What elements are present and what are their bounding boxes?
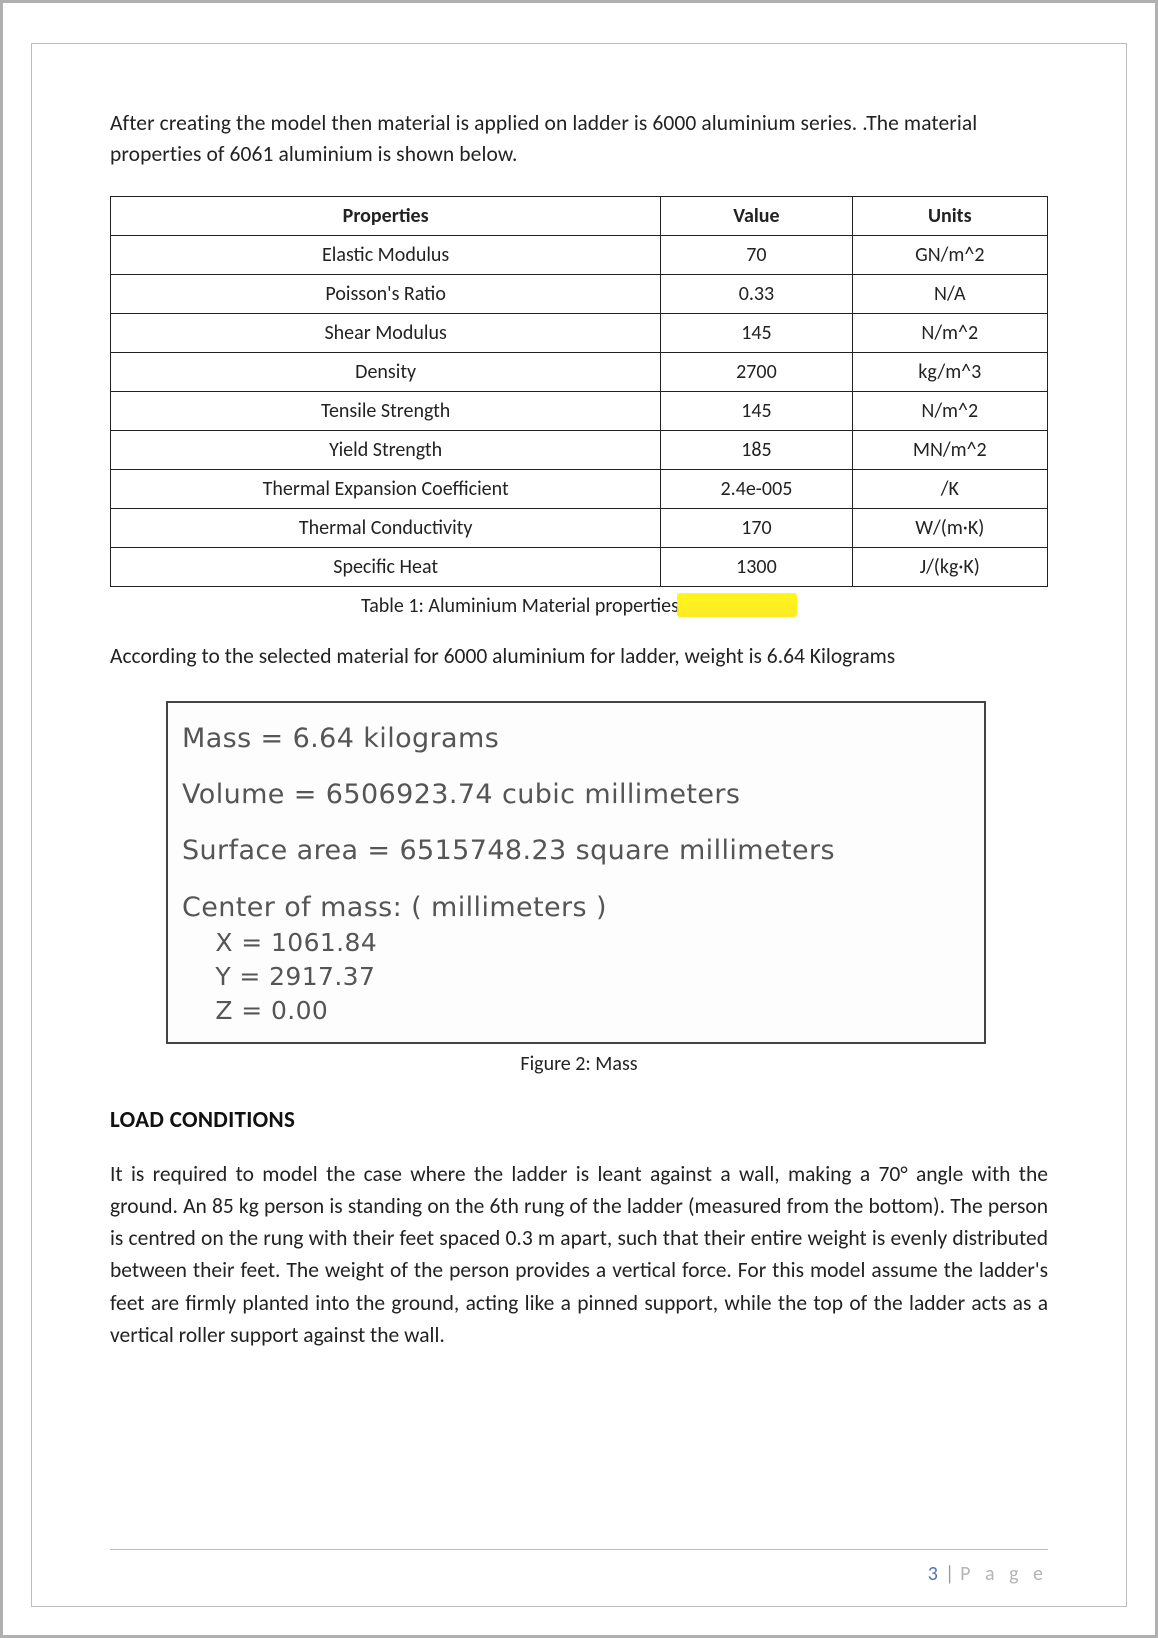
table-cell-units: GN/m^2: [852, 236, 1047, 275]
table-cell-value: 1300: [661, 548, 852, 587]
surface-area-line: Surface area = 6515748.23 square millime…: [182, 833, 970, 869]
table-cell-units: W/(m·K): [852, 509, 1047, 548]
table-cell-property: Shear Modulus: [111, 314, 661, 353]
table-row: Poisson's Ratio 0.33 N/A: [111, 275, 1048, 314]
table-cell-units: kg/m^3: [852, 353, 1047, 392]
table-row: Density 2700 kg/m^3: [111, 353, 1048, 392]
table-cell-property: Poisson's Ratio: [111, 275, 661, 314]
table-cell-value: 170: [661, 509, 852, 548]
material-properties-table: Properties Value Units Elastic Modulus 7…: [110, 196, 1048, 587]
table-row: Yield Strength 185 MN/m^2: [111, 431, 1048, 470]
section-heading-load-conditions: LOAD CONDITIONS: [110, 1106, 1048, 1134]
table-caption: Table 1: Aluminium Material properties: [110, 593, 1048, 618]
center-of-mass-heading: Center of mass: ( millimeters ): [182, 890, 970, 926]
table-row: Specific Heat 1300 J/(kg·K): [111, 548, 1048, 587]
document-page: After creating the model then material i…: [0, 0, 1158, 1638]
highlighter-mark: [677, 593, 797, 617]
center-of-mass-z: Z = 0.00: [182, 994, 970, 1028]
table-cell-property: Thermal Conductivity: [111, 509, 661, 548]
table-row: Thermal Expansion Coefficient 2.4e-005 /…: [111, 470, 1048, 509]
table-cell-units: N/A: [852, 275, 1047, 314]
intro-paragraph: After creating the model then material i…: [110, 108, 1048, 170]
center-of-mass-y: Y = 2917.37: [182, 960, 970, 994]
footer-separator: |: [945, 1562, 954, 1586]
table-row: Thermal Conductivity 170 W/(m·K): [111, 509, 1048, 548]
table-cell-value: 145: [661, 314, 852, 353]
table-cell-property: Elastic Modulus: [111, 236, 661, 275]
table-row: Tensile Strength 145 N/m^2: [111, 392, 1048, 431]
mass-properties-box: Mass = 6.64 kilograms Volume = 6506923.7…: [166, 701, 986, 1044]
table-header-value: Value: [661, 197, 852, 236]
volume-line: Volume = 6506923.74 cubic millimeters: [182, 777, 970, 813]
table-cell-value: 0.33: [661, 275, 852, 314]
page-number: 3: [928, 1562, 939, 1586]
table-header-properties: Properties: [111, 197, 661, 236]
table-cell-value: 70: [661, 236, 852, 275]
table-header-units: Units: [852, 197, 1047, 236]
table-header-row: Properties Value Units: [111, 197, 1048, 236]
center-of-mass-x: X = 1061.84: [182, 926, 970, 960]
table-cell-value: 2700: [661, 353, 852, 392]
table-row: Elastic Modulus 70 GN/m^2: [111, 236, 1048, 275]
load-conditions-paragraph: It is required to model the case where t…: [110, 1158, 1048, 1352]
table-cell-units: J/(kg·K): [852, 548, 1047, 587]
table-cell-units: /K: [852, 470, 1047, 509]
footer-page-word: P a g e: [960, 1562, 1048, 1586]
weight-paragraph: According to the selected material for 6…: [110, 640, 1048, 672]
table-cell-units: MN/m^2: [852, 431, 1047, 470]
table-cell-units: N/m^2: [852, 314, 1047, 353]
page-inner-frame: After creating the model then material i…: [31, 43, 1127, 1607]
table-cell-value: 185: [661, 431, 852, 470]
table-cell-property: Density: [111, 353, 661, 392]
table-cell-property: Specific Heat: [111, 548, 661, 587]
table-cell-property: Yield Strength: [111, 431, 661, 470]
table-cell-units: N/m^2: [852, 392, 1047, 431]
table-cell-value: 2.4e-005: [661, 470, 852, 509]
table-caption-text: Table 1: Aluminium Material properties: [361, 594, 679, 618]
table-row: Shear Modulus 145 N/m^2: [111, 314, 1048, 353]
table-cell-property: Thermal Expansion Coefficient: [111, 470, 661, 509]
mass-line: Mass = 6.64 kilograms: [182, 721, 970, 757]
table-cell-value: 145: [661, 392, 852, 431]
page-footer: 3|P a g e: [110, 1549, 1048, 1586]
figure-caption: Figure 2: Mass: [110, 1052, 1048, 1076]
table-cell-property: Tensile Strength: [111, 392, 661, 431]
